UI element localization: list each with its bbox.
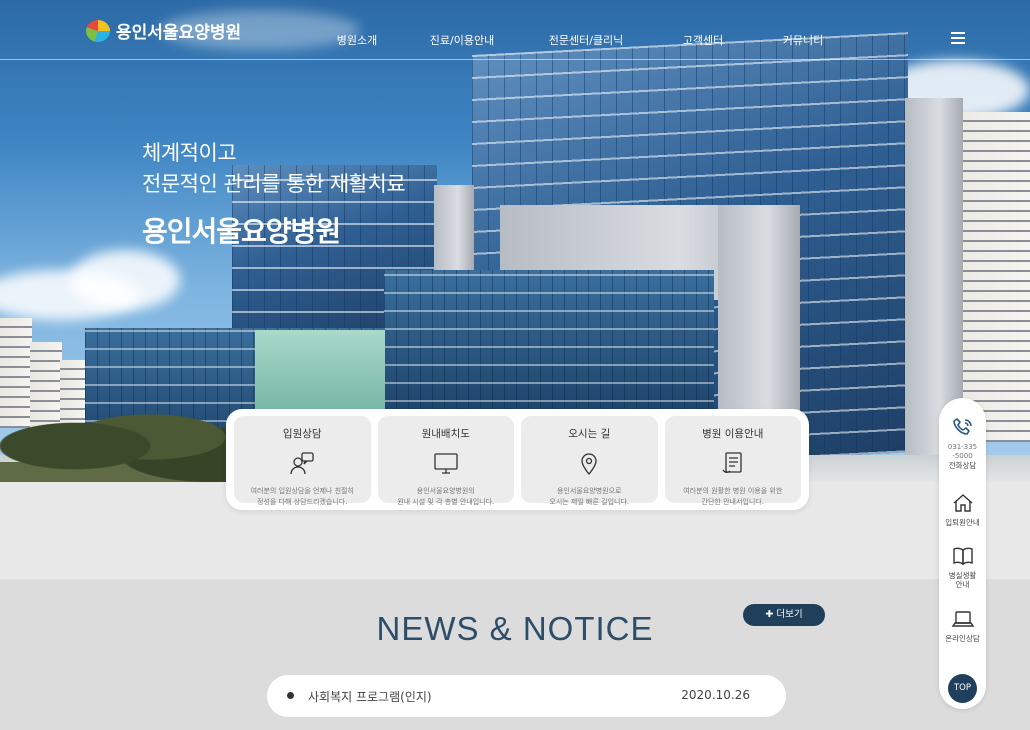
online-consult-label: 온라인상담 [945, 634, 980, 643]
news-item-date: 2020.10.26 [681, 688, 750, 702]
more-button[interactable]: ✚ 더보기 [743, 604, 825, 626]
quick-card-desc: 용인서울요양병원으로 오시는 제일 빠른 길입니다. [521, 486, 658, 508]
home-icon [953, 494, 972, 512]
hamburger-menu-icon[interactable] [951, 32, 965, 44]
top-navigation: 용인서울요양병원 병원소개 진료/이용안내 전문센터/클리닉 고객센터 커뮤니티 [0, 0, 1030, 60]
news-item-title[interactable]: 사회복지 프로그램(인지) [308, 688, 432, 705]
scroll-top-button[interactable]: TOP [948, 674, 977, 703]
quick-card-desc: 여러분의 입원상담을 언제나 친절히 정성을 다해 상담드리겠습니다. [234, 486, 371, 508]
main-menu: 병원소개 진료/이용안내 전문센터/클리닉 고객센터 커뮤니티 [0, 32, 1030, 48]
book-icon [952, 547, 973, 566]
quick-card-title: 원내배치도 [421, 428, 470, 440]
desc-line-1: 용인서울요양병원의 [416, 487, 475, 495]
document-icon [722, 452, 742, 474]
menu-item-community[interactable]: 커뮤니티 [783, 32, 823, 48]
hero-hospital-name: 용인서울요양병원 [142, 215, 341, 248]
quick-card-desc: 여러분의 원활한 병원 이용을 위한 간단한 안내서입니다. [665, 486, 802, 508]
bullet-icon [287, 692, 294, 699]
phone-consult-button[interactable]: 031-335 -5000 전화상담 [939, 416, 986, 470]
desc-line-2: 간단한 안내서입니다. [701, 498, 764, 506]
ward-life-guide-button[interactable]: 병실생활 안내 [939, 544, 986, 589]
menu-item-about[interactable]: 병원소개 [337, 32, 377, 48]
hero-copy: 체계적이고 전문적인 관리를 통한 재활치료 용인서울요양병원 [142, 138, 406, 250]
hero-line-2: 전문적인 관리를 통한 재활치료 [142, 172, 406, 196]
quick-card-desc: 용인서울요양병원의 원내 시설 및 각 층별 안내입니다. [378, 486, 515, 508]
admission-guide-label: 입퇴원안내 [945, 518, 980, 527]
quick-card-title: 입원상담 [282, 428, 322, 440]
quick-card-admission-consult[interactable]: 입원상담 여러분의 입원상담을 언제나 친절히 정성을 다해 상담드리겠습니다. [234, 416, 371, 506]
location-pin-icon [581, 453, 597, 475]
phone-number-line-2: -5000 [952, 452, 973, 460]
hero-line-1: 체계적이고 [142, 141, 237, 165]
monitor-icon [434, 453, 458, 474]
laptop-icon [951, 611, 974, 627]
news-list-item[interactable]: 사회복지 프로그램(인지) 2020.10.26 [267, 675, 786, 717]
quick-card-title: 병원 이용안내 [702, 428, 764, 440]
news-notice-section: NEWS & NOTICE ✚ 더보기 사회복지 프로그램(인지) 2020.1… [0, 579, 1030, 730]
quick-card-hospital-guide[interactable]: 병원 이용안내 여러분의 원활한 병원 이용을 위한 간단한 안내서입니다. [664, 416, 801, 506]
menu-item-customer-center[interactable]: 고객센터 [683, 32, 723, 48]
menu-item-specialty-center[interactable]: 전문센터/클리닉 [549, 32, 624, 48]
admission-guide-button[interactable]: 입퇴원안내 [939, 491, 986, 527]
desc-line-2: 원내 시설 및 각 층별 안내입니다. [397, 498, 495, 506]
news-section-title: NEWS & NOTICE [376, 610, 654, 647]
ward-life-label-line-2: 안내 [955, 580, 970, 589]
quick-card-floor-map[interactable]: 원내배치도 용인서울요양병원의 원내 시설 및 각 층별 안내입니다. [377, 416, 514, 506]
menu-item-treatment[interactable]: 진료/이용안내 [430, 32, 494, 48]
desc-line-1: 여러분의 입원상담을 언제나 친절히 [250, 487, 354, 495]
right-quick-bar: 031-335 -5000 전화상담 입퇴원안내 병실생활 안내 온라인상담 T… [939, 398, 986, 709]
ward-life-label-line-1: 병실생활 [948, 571, 977, 580]
quick-menu-panel: 입원상담 여러분의 입원상담을 언제나 친절히 정성을 다해 상담드리겠습니다.… [226, 409, 809, 510]
desc-line-1: 용인서울요양병원으로 [557, 487, 622, 495]
desc-line-1: 여러분의 원활한 병원 이용을 위한 [683, 487, 783, 495]
quick-card-title: 오시는 길 [568, 428, 611, 440]
phone-consult-label: 전화상담 [948, 461, 977, 470]
online-consult-button[interactable]: 온라인상담 [939, 607, 986, 643]
phone-number-line-1: 031-335 [947, 443, 978, 451]
desc-line-2: 정성을 다해 상담드리겠습니다. [257, 498, 348, 506]
consult-icon [290, 452, 314, 475]
desc-line-2: 오시는 제일 빠른 길입니다. [549, 498, 630, 506]
phone-icon [952, 417, 972, 435]
quick-card-directions[interactable]: 오시는 길 용인서울요양병원으로 오시는 제일 빠른 길입니다. [521, 416, 658, 506]
